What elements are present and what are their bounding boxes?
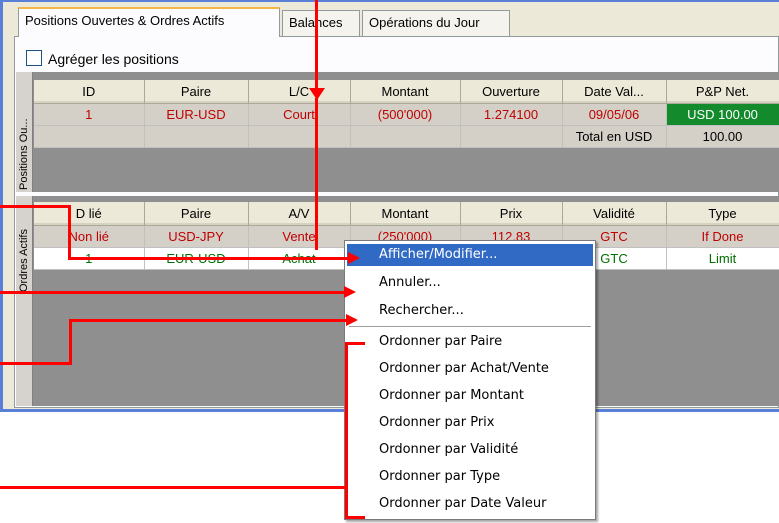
menu-item-sort-value-date[interactable]: Ordonner par Date Valeur xyxy=(347,493,593,515)
table-row[interactable]: 1 EUR-USD Court (500'000) 1.274100 09/05… xyxy=(34,103,779,126)
col-header[interactable]: Montant xyxy=(350,202,461,226)
annotation-arrowhead xyxy=(309,88,325,100)
annotation-line xyxy=(68,257,350,260)
tab-balances[interactable]: Balances xyxy=(282,10,360,36)
cell: 1 xyxy=(34,103,145,126)
col-header[interactable]: Ouverture xyxy=(460,80,563,104)
context-menu: Afficher/Modifier... Annuler... Recherch… xyxy=(344,240,596,520)
menu-item-cancel[interactable]: Annuler... xyxy=(347,272,593,294)
positions-table: ID Paire L/C Montant Ouverture Date Val.… xyxy=(34,80,779,148)
cell: (500'000) xyxy=(350,103,461,126)
annotation-arrowhead xyxy=(348,252,360,264)
annotation-line xyxy=(69,319,349,322)
menu-item-sort-type[interactable]: Ordonner par Type xyxy=(347,466,593,488)
menu-item-sort-buy-sell[interactable]: Ordonner par Achat/Vente xyxy=(347,358,593,380)
cell: If Done xyxy=(666,225,779,248)
col-header[interactable]: Validité xyxy=(562,202,667,226)
cell: Court xyxy=(248,103,351,126)
positions-side-label: Positions Ou... xyxy=(16,72,33,192)
annotation-line xyxy=(68,205,71,260)
cell xyxy=(144,125,249,148)
annotation-line xyxy=(315,98,318,250)
col-header[interactable]: L/C xyxy=(248,80,351,104)
orders-header-row: D lié Paire A/V Montant Prix Validité Ty… xyxy=(34,202,779,226)
col-header[interactable]: Paire xyxy=(144,80,249,104)
menu-item-sort-price[interactable]: Ordonner par Prix xyxy=(347,412,593,434)
cell: Limit xyxy=(666,247,779,270)
orders-side-label-text: Ordres Actifs xyxy=(18,229,30,292)
positions-side-label-text: Positions Ou... xyxy=(18,118,30,190)
total-row: Total en USD 100.00 xyxy=(34,125,779,148)
col-header[interactable]: A/V xyxy=(248,202,351,226)
cell xyxy=(248,125,351,148)
annotation-line xyxy=(0,291,346,294)
aggregate-checkbox[interactable] xyxy=(26,50,42,66)
cell: 09/05/06 xyxy=(562,103,667,126)
cell: USD-JPY xyxy=(144,225,249,248)
menu-separator xyxy=(349,326,591,327)
tab-daily-operations[interactable]: Opérations du Jour xyxy=(362,10,510,36)
col-header[interactable]: Type xyxy=(666,202,779,226)
pnl-cell: USD 100.00 xyxy=(665,103,779,126)
annotation-arrowhead xyxy=(344,286,356,298)
aggregate-label: Agréger les positions xyxy=(48,51,179,67)
col-header[interactable]: P&P Net. xyxy=(666,80,779,104)
cell xyxy=(34,125,145,148)
orders-side-label: Ordres Actifs xyxy=(16,196,33,406)
cell: EUR-USD xyxy=(144,103,249,126)
annotation-line xyxy=(0,205,70,208)
menu-item-search[interactable]: Rechercher... xyxy=(347,300,593,322)
menu-item-show-modify[interactable]: Afficher/Modifier... xyxy=(347,244,593,266)
annotation-line xyxy=(0,362,72,365)
cell: Vente xyxy=(248,225,351,248)
positions-header-row: ID Paire L/C Montant Ouverture Date Val.… xyxy=(34,80,779,104)
col-header[interactable]: Date Val... xyxy=(562,80,667,104)
menu-item-sort-validity[interactable]: Ordonner par Validité xyxy=(347,439,593,461)
cell: Non lié xyxy=(34,225,145,248)
cell xyxy=(460,125,563,148)
cell: 1.274100 xyxy=(460,103,563,126)
col-header[interactable]: Montant xyxy=(350,80,461,104)
annotation-line xyxy=(69,319,72,365)
col-header[interactable]: Paire xyxy=(144,202,249,226)
menu-item-sort-amount[interactable]: Ordonner par Montant xyxy=(347,385,593,407)
cell xyxy=(350,125,461,148)
annotation-arrowhead xyxy=(346,314,358,326)
total-label: Total en USD xyxy=(562,125,667,148)
tab-positions-orders[interactable]: Positions Ouvertes & Ordres Actifs xyxy=(18,7,280,37)
col-header[interactable]: ID xyxy=(34,80,145,104)
annotation-line xyxy=(0,486,348,489)
annotation-line xyxy=(345,342,365,345)
col-header[interactable]: Prix xyxy=(460,202,563,226)
total-value: 100.00 xyxy=(666,125,779,148)
menu-item-sort-pair[interactable]: Ordonner par Paire xyxy=(347,331,593,353)
annotation-line xyxy=(345,516,365,519)
annotation-line xyxy=(315,0,318,88)
annotation-line xyxy=(345,342,348,519)
